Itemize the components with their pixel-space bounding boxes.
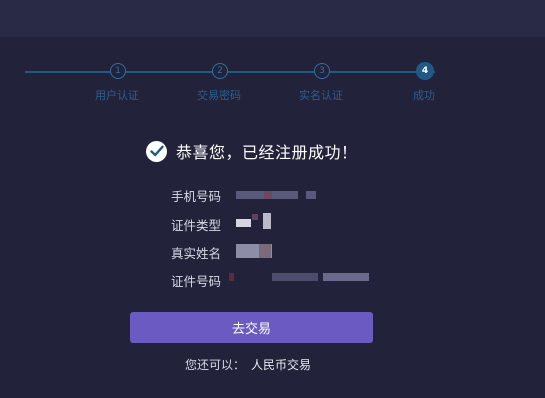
registration-progress: 1 用户认证 2 交易密码 3 实名认证 4 成功 <box>0 37 545 107</box>
also-options: 您还可以： 人民币交易 <box>185 356 311 373</box>
step-2-indicator: 2 <box>212 63 228 79</box>
id-number-label: 证件号码 <box>171 274 222 289</box>
step-3-indicator: 3 <box>314 63 330 79</box>
rmb-trade-link[interactable]: 人民币交易 <box>251 358 311 372</box>
step-4-label: 成功 <box>413 89 435 102</box>
step-4-indicator: 4 <box>416 62 434 80</box>
id-type-label: 证件类型 <box>171 218 222 233</box>
progress-track <box>25 71 435 73</box>
success-banner: 恭喜您，已经注册成功！ <box>146 138 358 164</box>
step-1-label: 用户认证 <box>95 89 139 102</box>
also-can-text: 您还可以： <box>185 358 246 372</box>
step-3-label: 实名认证 <box>299 89 343 102</box>
real-name-label: 真实姓名 <box>171 246 222 261</box>
top-bar <box>0 0 545 37</box>
phone-label: 手机号码 <box>171 189 222 204</box>
success-message: 恭喜您，已经注册成功！ <box>176 143 358 162</box>
step-2-label: 交易密码 <box>197 89 241 102</box>
step-1-indicator: 1 <box>110 63 126 79</box>
check-icon <box>146 140 167 162</box>
go-trade-button[interactable]: 去交易 <box>130 312 373 343</box>
